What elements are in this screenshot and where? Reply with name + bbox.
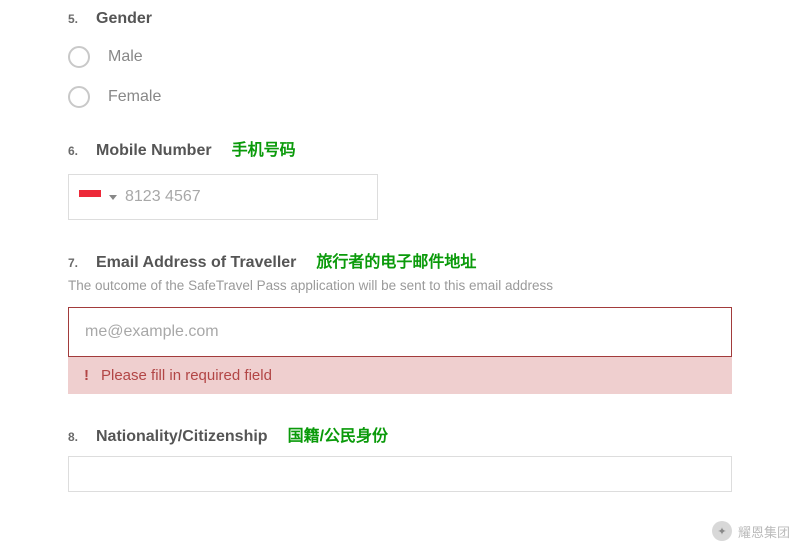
email-input-wrapper[interactable] bbox=[68, 307, 732, 357]
error-icon: ! bbox=[84, 367, 89, 384]
gender-female-label: Female bbox=[108, 88, 161, 106]
radio-icon bbox=[68, 46, 90, 68]
question-number-7: 7. bbox=[68, 256, 82, 270]
gender-male-label: Male bbox=[108, 48, 143, 66]
nationality-select[interactable] bbox=[68, 456, 732, 492]
email-helper-text: The outcome of the SafeTravel Pass appli… bbox=[68, 278, 732, 293]
gender-option-female[interactable]: Female bbox=[68, 86, 732, 108]
watermark-text: 耀恩集团 bbox=[738, 522, 790, 541]
mobile-input-group[interactable] bbox=[68, 174, 378, 220]
email-input[interactable] bbox=[85, 323, 715, 341]
question-number-5: 5. bbox=[68, 12, 82, 26]
radio-icon bbox=[68, 86, 90, 108]
flag-sg-icon bbox=[79, 190, 101, 204]
email-error-banner: ! Please fill in required field bbox=[68, 357, 732, 394]
question-number-6: 6. bbox=[68, 144, 82, 158]
mobile-input[interactable] bbox=[125, 188, 367, 206]
chevron-down-icon bbox=[109, 195, 117, 200]
wechat-icon: ✦ bbox=[712, 521, 732, 541]
email-error-text: Please fill in required field bbox=[101, 367, 272, 384]
question-number-8: 8. bbox=[68, 430, 82, 444]
email-label: Email Address of Traveller bbox=[96, 254, 296, 272]
nationality-annotation: 国籍/公民身份 bbox=[288, 422, 388, 446]
mobile-annotation: 手机号码 bbox=[232, 136, 296, 160]
watermark: ✦ 耀恩集团 bbox=[712, 521, 790, 541]
email-annotation: 旅行者的电子邮件地址 bbox=[316, 248, 476, 272]
gender-option-male[interactable]: Male bbox=[68, 46, 732, 68]
mobile-label: Mobile Number bbox=[96, 142, 212, 160]
nationality-label: Nationality/Citizenship bbox=[96, 428, 268, 446]
gender-label: Gender bbox=[96, 10, 152, 28]
